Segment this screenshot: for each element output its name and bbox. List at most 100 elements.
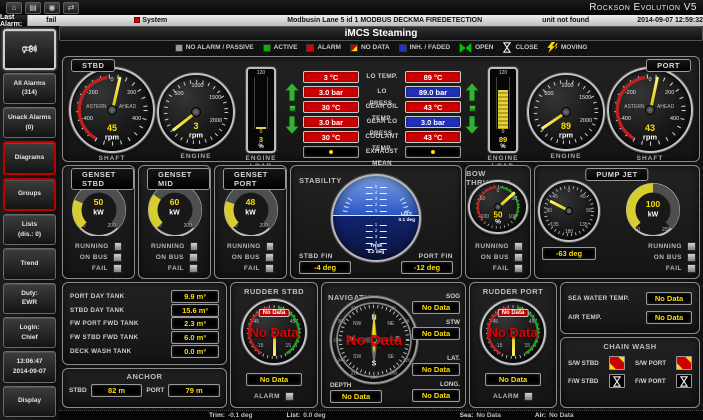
fail-checkbox	[514, 264, 523, 273]
genset-mid-panel: GENSET MID 60 kW 0 200	[138, 165, 211, 279]
stbd-clutch-indicators	[285, 83, 299, 134]
app-title: Rockson Evolution V5	[589, 2, 697, 13]
no-data-overlay: No Data	[234, 325, 313, 340]
air-status: Air:No Data	[535, 412, 574, 419]
panel-title: GENSET PORT	[223, 168, 286, 190]
port-engine-load: 120 0 89 % ENGINE LOAD	[483, 67, 523, 171]
on-bus-indicator: ON BUS	[610, 253, 696, 262]
sidebar-item-lists[interactable]: Lists(dis.: 0)	[3, 214, 56, 245]
no-data-overlay: No Data	[473, 325, 552, 340]
on-bus-indicator: ON BUS	[151, 253, 198, 262]
thrust-down-arrow-icon	[465, 116, 479, 134]
sidebar-item-diagrams[interactable]: Diagrams	[3, 141, 56, 174]
on-bus-checkbox	[113, 253, 122, 262]
port-clutch-indicators	[465, 83, 479, 134]
valve-no-data-icon	[609, 356, 625, 370]
sog-field: SOGNo Data	[412, 293, 460, 314]
compass: N NE E SE S SW W NW 30 60 120 150	[330, 296, 418, 384]
user-icon[interactable]: ◉	[44, 2, 60, 14]
rudder-port-panel: RUDDER PORT No Data -45 45 -15 15	[469, 282, 557, 408]
sidebar-item-unack-alarms[interactable]: Unack Alarms(0)	[3, 107, 56, 138]
legend-inh: INH. / FADED	[399, 44, 450, 52]
pump-jet-angle-value: -63 deg	[542, 247, 596, 260]
panel-title: GENSET STBD	[71, 168, 134, 190]
last-alarm-bar: Last Alarm: fail System Modbusin Lane 5 …	[0, 15, 703, 26]
sidebar-item-trend[interactable]: Trend	[3, 248, 56, 279]
active-swatch-icon	[263, 44, 271, 52]
no-data-overlay: No Data	[320, 332, 428, 349]
chain-wash-item: S/W STBD	[568, 356, 625, 370]
running-checkbox	[514, 242, 523, 251]
alarm-source: fail	[46, 17, 56, 24]
port-lo-press: 89.0 bar	[405, 86, 461, 98]
exhaust-dot-icon	[329, 150, 333, 154]
running-checkbox	[190, 242, 198, 251]
stbd-coolant-temp: 30 °C	[303, 131, 359, 143]
sidebar-item-alarm-horn[interactable]: 🕬	[3, 29, 56, 70]
tank-row: FW PORT FWD TANK2.3 m³	[70, 317, 219, 330]
legend-moving: MOVING	[547, 42, 587, 53]
transfer-icon[interactable]: ⇄	[63, 2, 79, 14]
exhaust-dot-icon	[431, 150, 435, 154]
sidebar-item-login[interactable]: Login:Chief	[3, 317, 56, 348]
page-title: iMCS Steaming	[59, 26, 703, 41]
port-fin-label: PORT FIN	[419, 253, 453, 260]
valve-open-icon	[459, 43, 472, 53]
tank-row: FW STBD FWD TANK6.0 m³	[70, 331, 219, 344]
main-engines-panel: STBD PORT 0 200 4	[62, 56, 700, 162]
legend: NO ALARM / PASSIVE ACTIVE ALARM NO DATA …	[59, 41, 703, 54]
sidebar-item-display[interactable]: Display	[3, 386, 56, 417]
legend-active: ACTIVE	[263, 44, 298, 52]
stbd-values: 3 °C 3.0 bar 30 °C 3.0 bar 30 °C	[303, 71, 359, 158]
panel-title: GENSET MID	[147, 168, 210, 190]
alarm-checkbox	[285, 392, 294, 401]
clutch-square-icon	[289, 105, 296, 112]
status-bar: Trim:-0.1 deg List:0.0 deg Sea:No Data A…	[59, 410, 703, 420]
valve-close-icon	[502, 42, 512, 53]
fail-indicator: FAIL	[227, 264, 274, 273]
pages-icon[interactable]: ▤	[25, 2, 41, 14]
panel-title: RUDDER PORT	[483, 287, 544, 296]
genset-stbd-panel: GENSET STBD 50 kW 0 200	[62, 165, 135, 279]
home-icon[interactable]: ⌂	[6, 2, 22, 14]
sidebar: 🕬 All Alarms(314) Unack Alarms(0) Diagra…	[0, 26, 59, 420]
attitude-sphere: 5 4 3 2 1 1 2 3 4 5	[331, 174, 421, 262]
fail-checkbox	[189, 264, 198, 273]
sidebar-item-clock[interactable]: 13:06:472014-09-07	[3, 351, 56, 382]
legend-alarm: ALARM	[306, 44, 340, 52]
legend-open: OPEN	[459, 43, 493, 53]
stbd-fin-label: STBD FIN	[299, 253, 333, 260]
on-bus-indicator: ON BUS	[75, 253, 122, 262]
sidebar-item-all-alarms[interactable]: All Alarms(314)	[3, 73, 56, 104]
alarm-indicator: ALARM	[474, 392, 552, 401]
window-bar: ⌂ ▤ ◉ ⇄ Rockson Evolution V5	[0, 0, 703, 15]
engine-param-labels: LO TEMP. LO PRESS. GEAR OIL TEMP. GEAR L…	[364, 71, 400, 158]
anchor-stbd-label: STBD	[69, 387, 87, 394]
tanks-panel: PORT DAY TANK9.9 m³ STBD DAY TANK15.6 m³…	[62, 282, 227, 365]
tank-row: DECK WASH TANK0.0 m³	[70, 345, 219, 358]
valve-close-icon	[676, 374, 692, 388]
tank-row: PORT DAY TANK9.9 m³	[70, 290, 219, 303]
stbd-tab: STBD	[71, 59, 115, 72]
port-gear-oil-temp: 43 °C	[405, 101, 461, 113]
inh-swatch-icon	[399, 44, 407, 52]
alarm-message: Modbusin Lane 5 id 1 MODBUS DECKMA FIRED…	[287, 17, 482, 24]
panel-title: RUDDER STBD	[244, 287, 304, 296]
stbd-gear-oil-temp: 30 °C	[303, 101, 359, 113]
chain-wash-panel: CHAIN WASH S/W STBD S/W PORT F/W STBD F/…	[560, 337, 700, 408]
fail-indicator: FAIL	[473, 264, 523, 273]
pump-jet-angle-gauge: 0 45 45 90 90 135 135 180	[538, 180, 600, 242]
on-bus-checkbox	[687, 253, 696, 262]
sidebar-item-groups[interactable]: Groups	[3, 178, 56, 211]
tank-value: 9.9 m³	[171, 290, 219, 303]
sidebar-item-duty[interactable]: Duty:EWR	[3, 283, 56, 314]
rudder-nodata-flag: No Data	[498, 309, 529, 317]
legend-close: CLOSE	[502, 42, 537, 53]
thrust-up-arrow-icon	[285, 83, 299, 101]
tank-row: STBD DAY TANK15.6 m³	[70, 304, 219, 317]
moving-icon	[547, 42, 558, 53]
load-fill	[498, 90, 508, 129]
stbd-lo-temp: 3 °C	[303, 71, 359, 83]
air-temp-value: No Data	[646, 311, 692, 324]
on-bus-checkbox	[265, 253, 274, 262]
